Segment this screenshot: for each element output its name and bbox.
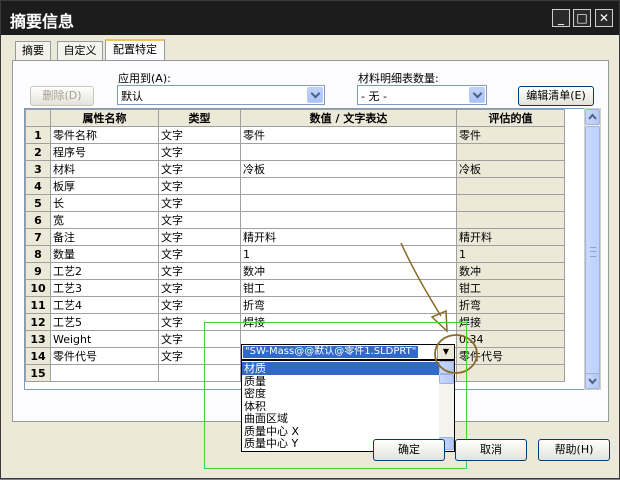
ok-button[interactable]: 确定 — [373, 439, 445, 461]
cancel-button[interactable]: 取消 — [455, 439, 527, 461]
annotation-arrow — [400, 242, 442, 317]
summary-info-dialog: 摘要信息 _ □ ✕ 摘要 自定义 配置特定 删除(D) 应用到(A): 默认 … — [0, 0, 620, 479]
help-button[interactable]: 帮助(H) — [538, 439, 610, 461]
